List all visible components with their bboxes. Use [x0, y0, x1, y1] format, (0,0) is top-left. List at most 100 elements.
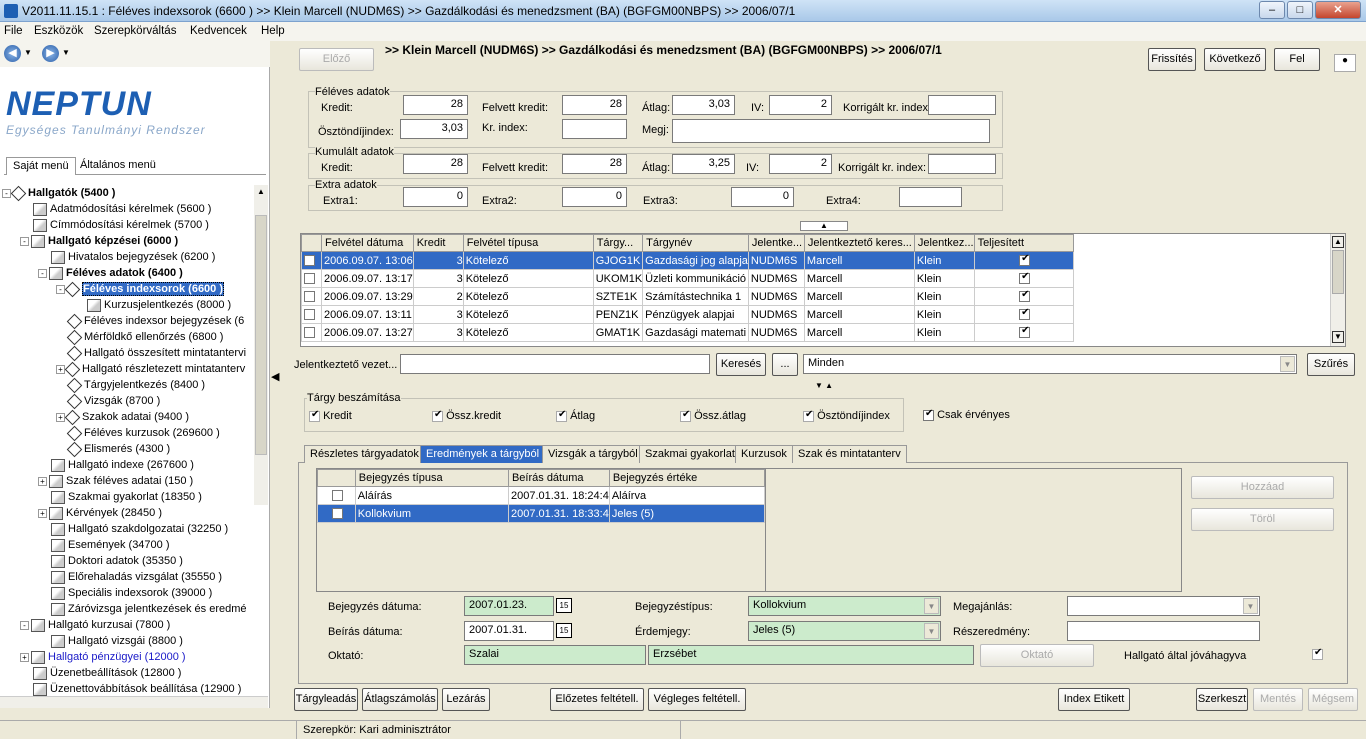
cell-teljesitett[interactable]	[973, 323, 1074, 342]
hscroll-left[interactable]	[0, 696, 268, 708]
vegleges-button[interactable]: Végleges feltétell.	[648, 688, 746, 711]
table-row[interactable]: 2006.09.07. 13:17 3 Kötelező UKOM1K Üzleti k…	[301, 269, 1074, 288]
forward-dropdown-icon[interactable]: ▼	[62, 48, 70, 57]
tree-node[interactable]: + Szakok adatai (9400 )	[56, 409, 189, 425]
tree-node[interactable]: - Hallgató kurzusai (7800 )	[20, 617, 170, 633]
pin-icon[interactable]: ●	[1334, 54, 1356, 72]
kumulalt-atlag[interactable]: 3,25	[672, 154, 735, 174]
maximize-button[interactable]: □	[1287, 1, 1313, 19]
mentes-button[interactable]: Mentés	[1253, 688, 1303, 711]
back-dropdown-icon[interactable]: ▼	[24, 48, 32, 57]
tree-node[interactable]: - Féléves adatok (6400 )	[38, 265, 183, 281]
tree-node[interactable]: Címmódosítási kérelmek (5700 )	[20, 217, 209, 233]
expand-icon[interactable]: +	[20, 652, 29, 662]
row-checkbox[interactable]	[304, 255, 315, 267]
row-checkbox[interactable]	[331, 508, 343, 520]
menu-file[interactable]: File	[4, 25, 23, 37]
cell-teljesitett[interactable]	[973, 251, 1074, 270]
oktato-vezeteknev[interactable]: Szalai	[464, 645, 646, 665]
tree-node[interactable]: Záróvizsga jelentkezések és eredmé	[38, 601, 247, 617]
row-checkbox[interactable]	[331, 490, 343, 502]
tree-node[interactable]: + Kérvények (28450 )	[38, 505, 162, 521]
column-header[interactable]: Tárgynév	[642, 234, 749, 252]
tree-node[interactable]: Doktori adatok (35350 )	[38, 553, 183, 569]
tree-node[interactable]: Hallgató szakdolgozatai (32250 )	[38, 521, 228, 537]
column-header[interactable]: Teljesített	[973, 234, 1074, 252]
row-select-cell[interactable]	[301, 323, 322, 342]
collapse-icon[interactable]: -	[20, 236, 29, 246]
row-select-cell[interactable]	[301, 305, 322, 324]
tree-node[interactable]: Előrehaladás vizsgálat (35550 )	[38, 569, 222, 585]
add-button[interactable]: Hozzáad	[1191, 476, 1334, 499]
teljesitett-checkbox[interactable]	[1019, 325, 1031, 339]
tree-node[interactable]: - Hallgatók (5400 )	[2, 185, 115, 201]
table-row[interactable]: Aláírás 2007.01.31. 18:24:4 Aláírva	[317, 486, 766, 505]
targyleadas-button[interactable]: Tárgyleadás	[294, 688, 358, 711]
atlag-checkbox[interactable]: Átlag	[556, 409, 595, 422]
table-row[interactable]: 2006.09.07. 13:11 3 Kötelező PENZ1K Pénzügye…	[301, 305, 1074, 324]
row-select-cell[interactable]	[317, 504, 356, 523]
close-button[interactable]: ✕	[1315, 1, 1361, 19]
menu-help[interactable]: Help	[261, 25, 285, 37]
forward-icon[interactable]: ▶	[42, 45, 59, 62]
kumulalt-kredit[interactable]: 28	[403, 154, 468, 174]
dots-button[interactable]: ...	[772, 353, 798, 376]
bejegyzes-datum[interactable]: 2007.01.23.	[464, 596, 554, 616]
cell-teljesitett[interactable]	[973, 269, 1074, 288]
tree-node[interactable]: Vizsgák (8700 )	[56, 393, 160, 409]
collapse-icon[interactable]: -	[20, 620, 29, 630]
delete-button[interactable]: Töröl	[1191, 508, 1334, 531]
filter-select[interactable]: Minden ▼	[803, 354, 1297, 374]
row-select-cell[interactable]	[301, 251, 322, 270]
up-button[interactable]: Fel	[1274, 48, 1320, 71]
tab-altalanos-menu[interactable]: Általános menü	[74, 157, 162, 175]
grid-scrollbar[interactable]: ▲ ▼	[1330, 234, 1345, 346]
column-header[interactable]: Felvétel dátuma	[321, 234, 414, 252]
tree-node[interactable]: + Hallgató részletezett mintatanterv	[56, 361, 245, 377]
kredit-checkbox[interactable]: Kredit	[309, 409, 352, 422]
minimize-button[interactable]: –	[1259, 1, 1285, 19]
tree-node[interactable]: Kurzusjelentkezés (8000 )	[74, 297, 231, 313]
tree-node[interactable]: Mérföldkő ellenőrzés (6800 )	[56, 329, 223, 345]
column-header[interactable]: Jelentkez...	[913, 234, 975, 252]
chevron-down-icon[interactable]: ▼	[1280, 356, 1295, 372]
jovahagyva-checkbox[interactable]	[1312, 647, 1323, 660]
cell-teljesitett[interactable]	[973, 305, 1074, 324]
tree-node[interactable]: - Hallgató képzései (6000 )	[20, 233, 178, 249]
table-row[interactable]: Kollokvium 2007.01.31. 18:33:4 Jeles (5)	[317, 504, 766, 523]
cell-teljesitett[interactable]	[973, 287, 1074, 306]
tree-node[interactable]: Hallgató összesített mintatantervi	[56, 345, 246, 361]
feleves-felvett[interactable]: 28	[562, 95, 627, 115]
collapse-icon[interactable]: -	[38, 268, 47, 278]
feleves-krindex[interactable]	[562, 119, 627, 139]
szerkeszt-button[interactable]: Szerkeszt	[1196, 688, 1248, 711]
tree-node[interactable]: Események (34700 )	[38, 537, 170, 553]
feleves-korr[interactable]	[928, 95, 996, 115]
menu-eszkozok[interactable]: Eszközök	[34, 25, 83, 37]
table-row[interactable]: 2006.09.07. 13:06 3 Kötelező GJOG1K Gazdaság…	[301, 251, 1074, 270]
beiras-datum[interactable]: 2007.01.31.	[464, 621, 554, 641]
prev-button[interactable]: Előző	[299, 48, 374, 71]
feleves-atlag[interactable]: 3,03	[672, 95, 735, 115]
oktato-button[interactable]: Oktató	[980, 644, 1094, 667]
panel-collapse[interactable]: ◀	[270, 300, 282, 460]
teljesitett-checkbox[interactable]	[1019, 253, 1031, 267]
tree-node[interactable]: Féléves kurzusok (269600 )	[56, 425, 220, 441]
column-header[interactable]: Kredit	[412, 234, 464, 252]
osszatlag-checkbox[interactable]: Össz.átlag	[680, 409, 746, 422]
reszeredmeny-field[interactable]	[1067, 621, 1260, 641]
feleves-iv[interactable]: 2	[769, 95, 832, 115]
tree-node[interactable]: - Féléves indexsorok (6600 )	[56, 281, 225, 297]
filter-button[interactable]: Szűrés	[1307, 353, 1355, 376]
teljesitett-checkbox[interactable]	[1019, 271, 1031, 285]
row-select-cell[interactable]	[317, 486, 356, 505]
expand-icon[interactable]: +	[38, 508, 47, 518]
feleves-oszt[interactable]: 3,03	[400, 119, 468, 139]
megajanlas-select[interactable]: ▼	[1067, 596, 1260, 616]
column-header[interactable]: Tárgy...	[592, 234, 644, 252]
tree-node[interactable]: Féléves indexsor bejegyzések (6	[56, 313, 244, 329]
row-checkbox[interactable]	[304, 309, 315, 321]
splitter-arrows[interactable]: ▼ ▲	[800, 382, 848, 391]
search-button[interactable]: Keresés	[716, 353, 766, 376]
calendar-icon[interactable]: 15	[556, 623, 572, 638]
